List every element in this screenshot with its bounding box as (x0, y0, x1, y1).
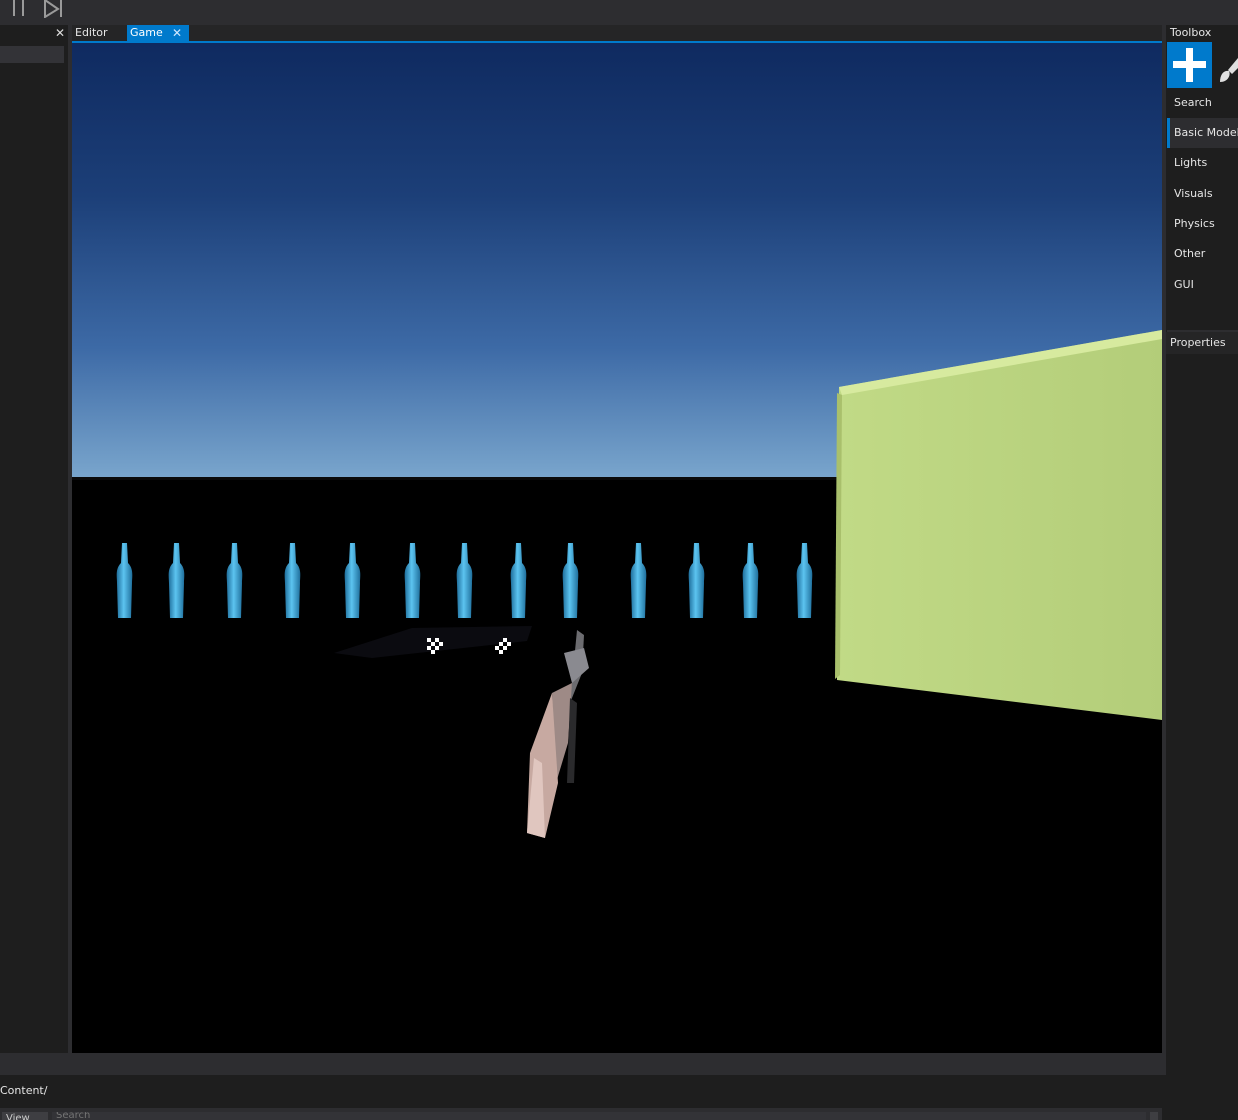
close-tab-icon[interactable]: ✕ (171, 25, 183, 41)
bottle (688, 543, 705, 618)
bottle-row (116, 543, 875, 618)
bottle (510, 543, 527, 618)
properties-title: Properties (1166, 332, 1238, 354)
scrollbar[interactable] (1150, 1112, 1158, 1120)
content-search-input[interactable] (52, 1112, 1146, 1120)
toolbox-category-other[interactable]: Other (1167, 239, 1238, 269)
add-tool-button[interactable] (1167, 42, 1212, 88)
pause-icon[interactable] (12, 0, 26, 18)
top-toolbar (0, 0, 1238, 25)
paint-tool-button[interactable] (1214, 42, 1238, 88)
content-path-breadcrumb[interactable]: Content/ (0, 1083, 200, 1099)
scene-tree-panel (0, 25, 68, 1053)
bottle (562, 543, 579, 618)
add-icon (1173, 48, 1206, 82)
bottle (284, 543, 301, 618)
bottle (456, 543, 473, 618)
bottle (226, 543, 243, 618)
bottle (796, 543, 813, 618)
panel-splitter[interactable] (0, 1053, 1162, 1075)
bottle (344, 543, 361, 618)
green-cube (835, 330, 1162, 720)
bottle (630, 543, 647, 618)
bottle (404, 543, 421, 618)
toolbox-title: Toolbox (1170, 26, 1212, 39)
step-frame-icon[interactable] (44, 0, 64, 18)
bottle (116, 543, 133, 618)
view-dropdown[interactable]: View (2, 1112, 48, 1120)
bottle (742, 543, 759, 618)
toolbox-category-lights[interactable]: Lights (1167, 148, 1238, 178)
toolbox-category-search[interactable]: Search (1167, 88, 1238, 118)
close-panel-icon[interactable]: ✕ (54, 25, 66, 41)
paint-brush-icon (1220, 58, 1238, 82)
bottle (168, 543, 185, 618)
scene-render (72, 330, 1162, 838)
scene-tree-search-input[interactable] (0, 46, 64, 63)
tab-editor[interactable]: Editor (72, 25, 118, 41)
toolbox-category-physics[interactable]: Physics (1167, 209, 1238, 239)
toolbox-category-visuals[interactable]: Visuals (1167, 179, 1238, 209)
toolbox-category-basic-models[interactable]: Basic Models (1167, 118, 1238, 148)
toolbox-category-gui[interactable]: GUI (1167, 270, 1238, 300)
game-viewport[interactable] (72, 43, 1162, 1053)
first-person-weapon (527, 630, 589, 838)
tab-strip (72, 25, 1162, 42)
